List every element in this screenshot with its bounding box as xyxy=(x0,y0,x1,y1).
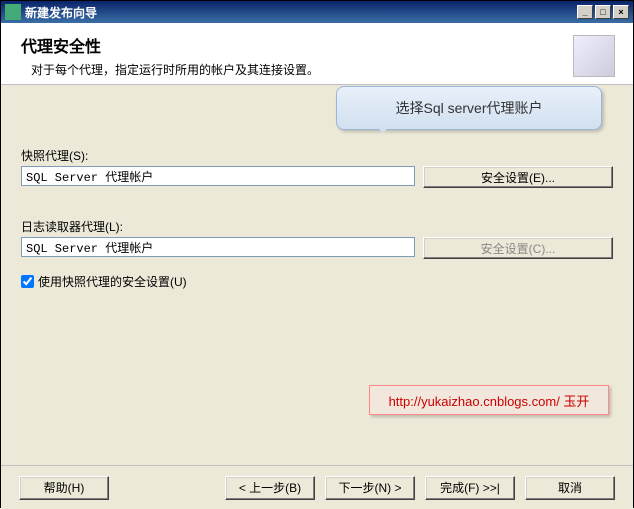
logreader-security-button: 安全设置(C)... xyxy=(423,237,613,259)
use-snapshot-security-row: 使用快照代理的安全设置(U) xyxy=(21,273,613,290)
next-button[interactable]: 下一步(N) > xyxy=(325,476,415,500)
window-controls: _ □ × xyxy=(577,5,629,19)
window-title: 新建发布向导 xyxy=(25,4,577,21)
titlebar: 新建发布向导 _ □ × xyxy=(1,1,633,23)
logreader-agent-field[interactable] xyxy=(21,237,415,257)
logreader-agent-row: 安全设置(C)... xyxy=(21,237,613,259)
wizard-icon xyxy=(573,35,615,77)
snapshot-agent-row: 安全设置(E)... xyxy=(21,166,613,188)
snapshot-security-button[interactable]: 安全设置(E)... xyxy=(423,166,613,188)
use-snapshot-security-label: 使用快照代理的安全设置(U) xyxy=(38,273,187,290)
snapshot-agent-field[interactable] xyxy=(21,166,415,186)
callout-text: 选择Sql server代理账户 xyxy=(395,98,542,118)
back-button[interactable]: < 上一步(B) xyxy=(225,476,315,500)
wizard-footer: 帮助(H) < 上一步(B) 下一步(N) > 完成(F) >>| 取消 xyxy=(1,465,633,509)
snapshot-agent-label: 快照代理(S): xyxy=(21,147,613,164)
callout-annotation: 选择Sql server代理账户 xyxy=(336,86,602,130)
wizard-header: 代理安全性 对于每个代理，指定运行时所用的帐户及其连接设置。 xyxy=(1,23,633,85)
finish-button[interactable]: 完成(F) >>| xyxy=(425,476,515,500)
content-area: 快照代理(S): 安全设置(E)... 日志读取器代理(L): 安全设置(C).… xyxy=(1,85,633,465)
page-title: 代理安全性 xyxy=(21,33,613,57)
app-icon xyxy=(5,4,21,20)
minimize-button[interactable]: _ xyxy=(577,5,593,19)
logreader-agent-label: 日志读取器代理(L): xyxy=(21,218,613,235)
use-snapshot-security-checkbox[interactable] xyxy=(21,275,34,288)
page-subtitle: 对于每个代理，指定运行时所用的帐户及其连接设置。 xyxy=(31,61,613,78)
close-button[interactable]: × xyxy=(613,5,629,19)
cancel-button[interactable]: 取消 xyxy=(525,476,615,500)
help-button[interactable]: 帮助(H) xyxy=(19,476,109,500)
maximize-button[interactable]: □ xyxy=(595,5,611,19)
watermark-annotation: http://yukaizhao.cnblogs.com/ 玉开 xyxy=(369,385,609,415)
watermark-text: http://yukaizhao.cnblogs.com/ 玉开 xyxy=(389,391,590,410)
